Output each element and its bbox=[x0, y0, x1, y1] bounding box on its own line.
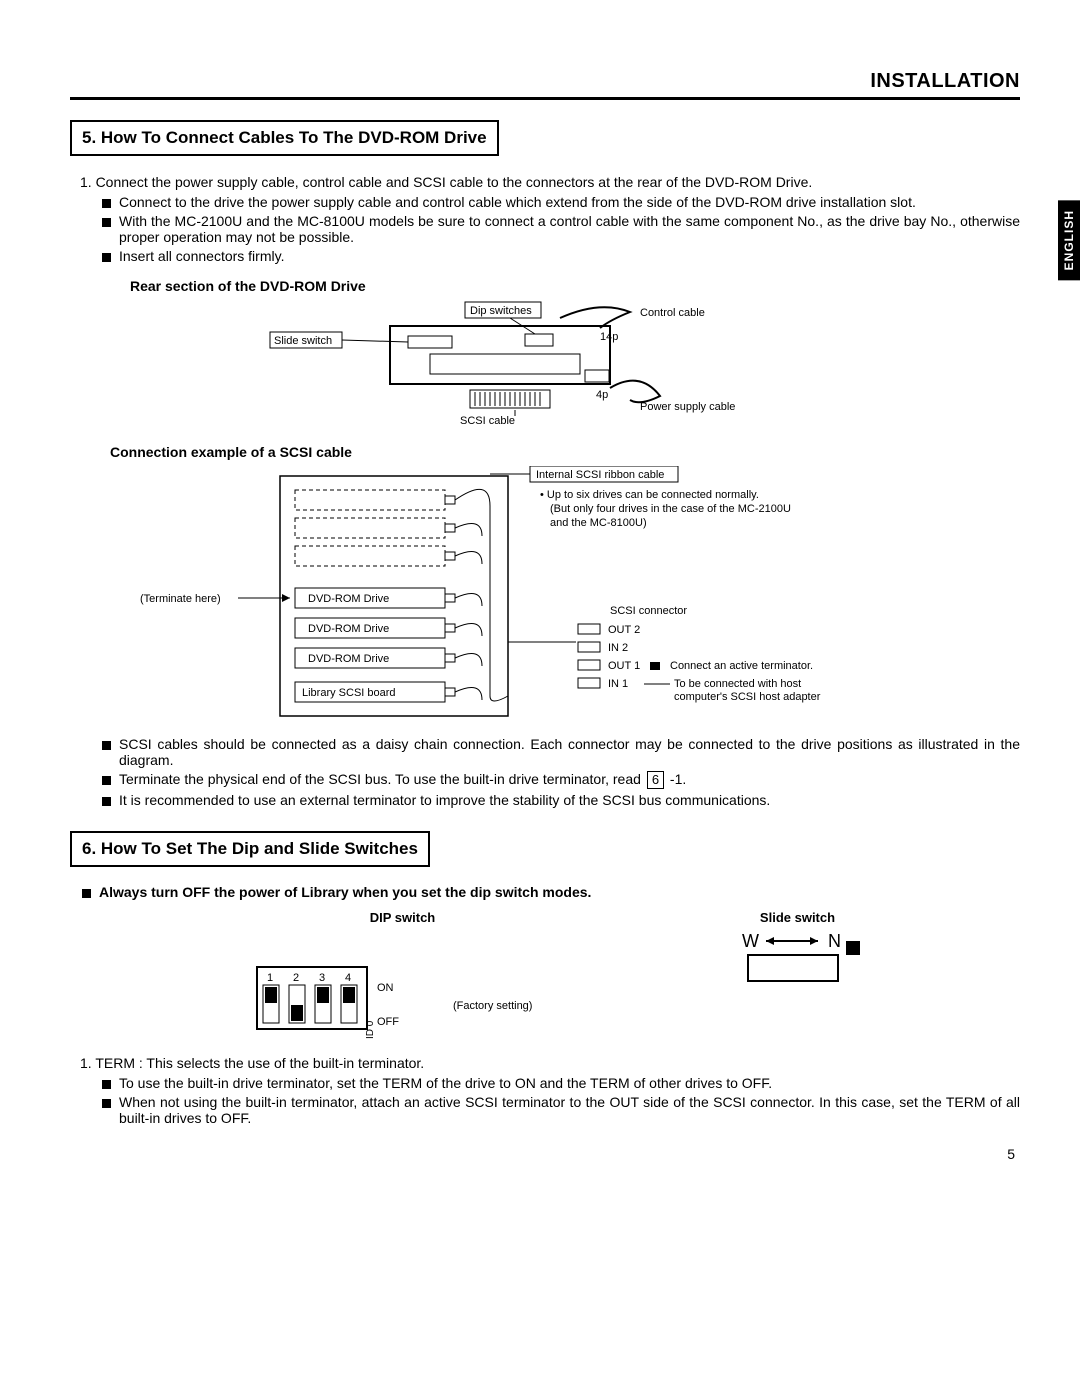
svg-text:(But only four drives in the c: (But only four drives in the case of the… bbox=[550, 503, 791, 515]
svg-text:(Factory setting): (Factory setting) bbox=[453, 1000, 532, 1012]
bullet-text: It is recommended to use an external ter… bbox=[119, 792, 770, 808]
bullet-text: When not using the built-in terminator, … bbox=[119, 1094, 1020, 1126]
svg-text:and the MC-8100U): and the MC-8100U) bbox=[550, 517, 647, 529]
bullet-icon bbox=[102, 797, 111, 806]
svg-text:N: N bbox=[828, 931, 841, 951]
term-step-1: 1. TERM : This selects the use of the bu… bbox=[80, 1055, 1020, 1071]
svg-text:• Up to six drives can be conn: • Up to six drives can be connected norm… bbox=[540, 489, 759, 501]
bullet-text: Connect to the drive the power supply ca… bbox=[119, 194, 916, 210]
section-5-title: 5. How To Connect Cables To The DVD-ROM … bbox=[70, 120, 499, 156]
slide-switch-diagram: Slide switch W N bbox=[718, 910, 878, 1005]
svg-text:Slide switch: Slide switch bbox=[274, 335, 332, 347]
svg-text:ON: ON bbox=[377, 982, 394, 994]
bullet-icon bbox=[102, 741, 111, 750]
svg-text:SCSI connector: SCSI connector bbox=[610, 605, 687, 617]
bullet-icon bbox=[82, 889, 91, 898]
bullet-icon bbox=[102, 199, 111, 208]
dip-switch-diagram: DIP switch TERM ID 2 ID 1 ID 0 1 2 3 4 O bbox=[253, 910, 553, 1045]
svg-text:Control cable: Control cable bbox=[640, 307, 705, 319]
bullet-icon bbox=[102, 218, 111, 227]
svg-text:(Terminate here): (Terminate here) bbox=[140, 593, 221, 605]
svg-text:SCSI cable: SCSI cable bbox=[460, 415, 515, 427]
svg-text:DVD-ROM Drive: DVD-ROM Drive bbox=[308, 623, 389, 635]
svg-text:OUT 1: OUT 1 bbox=[608, 660, 640, 672]
svg-text:OFF: OFF bbox=[377, 1016, 399, 1028]
svg-text:3: 3 bbox=[319, 972, 325, 984]
diagram-1-title: Rear section of the DVD-ROM Drive bbox=[130, 278, 1020, 294]
svg-text:DVD-ROM Drive: DVD-ROM Drive bbox=[308, 593, 389, 605]
svg-text:computer's SCSI host adapter: computer's SCSI host adapter bbox=[674, 691, 821, 703]
svg-text:4: 4 bbox=[345, 972, 351, 984]
language-tab: ENGLISH bbox=[1058, 200, 1080, 280]
bullet-text: Terminate the physical end of the SCSI b… bbox=[119, 771, 686, 789]
svg-text:14p: 14p bbox=[600, 331, 618, 343]
svg-text:Dip switches: Dip switches bbox=[470, 305, 532, 317]
svg-text:Power supply cable: Power supply cable bbox=[640, 401, 735, 413]
bullet-text: SCSI cables should be connected as a dai… bbox=[119, 736, 1020, 768]
bullet-icon bbox=[102, 1080, 111, 1089]
svg-text:IN 1: IN 1 bbox=[608, 678, 628, 690]
bullet-icon bbox=[102, 776, 111, 785]
svg-text:OUT 2: OUT 2 bbox=[608, 624, 640, 636]
bullet-icon bbox=[102, 1099, 111, 1108]
bullet-text: Insert all connectors firmly. bbox=[119, 248, 284, 264]
step-1: 1. Connect the power supply cable, contr… bbox=[80, 174, 1020, 190]
svg-text:4p: 4p bbox=[596, 389, 608, 401]
svg-text:W: W bbox=[742, 931, 759, 951]
svg-text:1: 1 bbox=[267, 972, 273, 984]
warning-text: Always turn OFF the power of Library whe… bbox=[99, 884, 591, 900]
rear-section-diagram: Dip switches Slide switch Control cable … bbox=[130, 300, 960, 430]
svg-text:DVD-ROM Drive: DVD-ROM Drive bbox=[308, 653, 389, 665]
section-6-title: 6. How To Set The Dip and Slide Switches bbox=[70, 831, 430, 867]
diagram-2-title: Connection example of a SCSI cable bbox=[110, 444, 1020, 460]
svg-text:2: 2 bbox=[293, 972, 299, 984]
scsi-connection-diagram: DVD-ROM Drive DVD-ROM Drive DVD-ROM Driv… bbox=[110, 466, 960, 726]
bullet-icon bbox=[102, 253, 111, 262]
ref-box-icon: 6 bbox=[647, 771, 664, 789]
svg-text:To be connected with host: To be connected with host bbox=[674, 678, 801, 690]
svg-text:Library SCSI board: Library SCSI board bbox=[302, 687, 396, 699]
svg-text:Connect an active terminator.: Connect an active terminator. bbox=[670, 660, 813, 672]
section-header: INSTALLATION bbox=[70, 70, 1020, 100]
svg-text:Internal SCSI ribbon cable: Internal SCSI ribbon cable bbox=[536, 469, 664, 481]
bullet-text: To use the built-in drive terminator, se… bbox=[119, 1075, 772, 1091]
svg-text:IN 2: IN 2 bbox=[608, 642, 628, 654]
page-number: 5 bbox=[70, 1146, 1020, 1162]
bullet-text: With the MC-2100U and the MC-8100U model… bbox=[119, 213, 1020, 245]
